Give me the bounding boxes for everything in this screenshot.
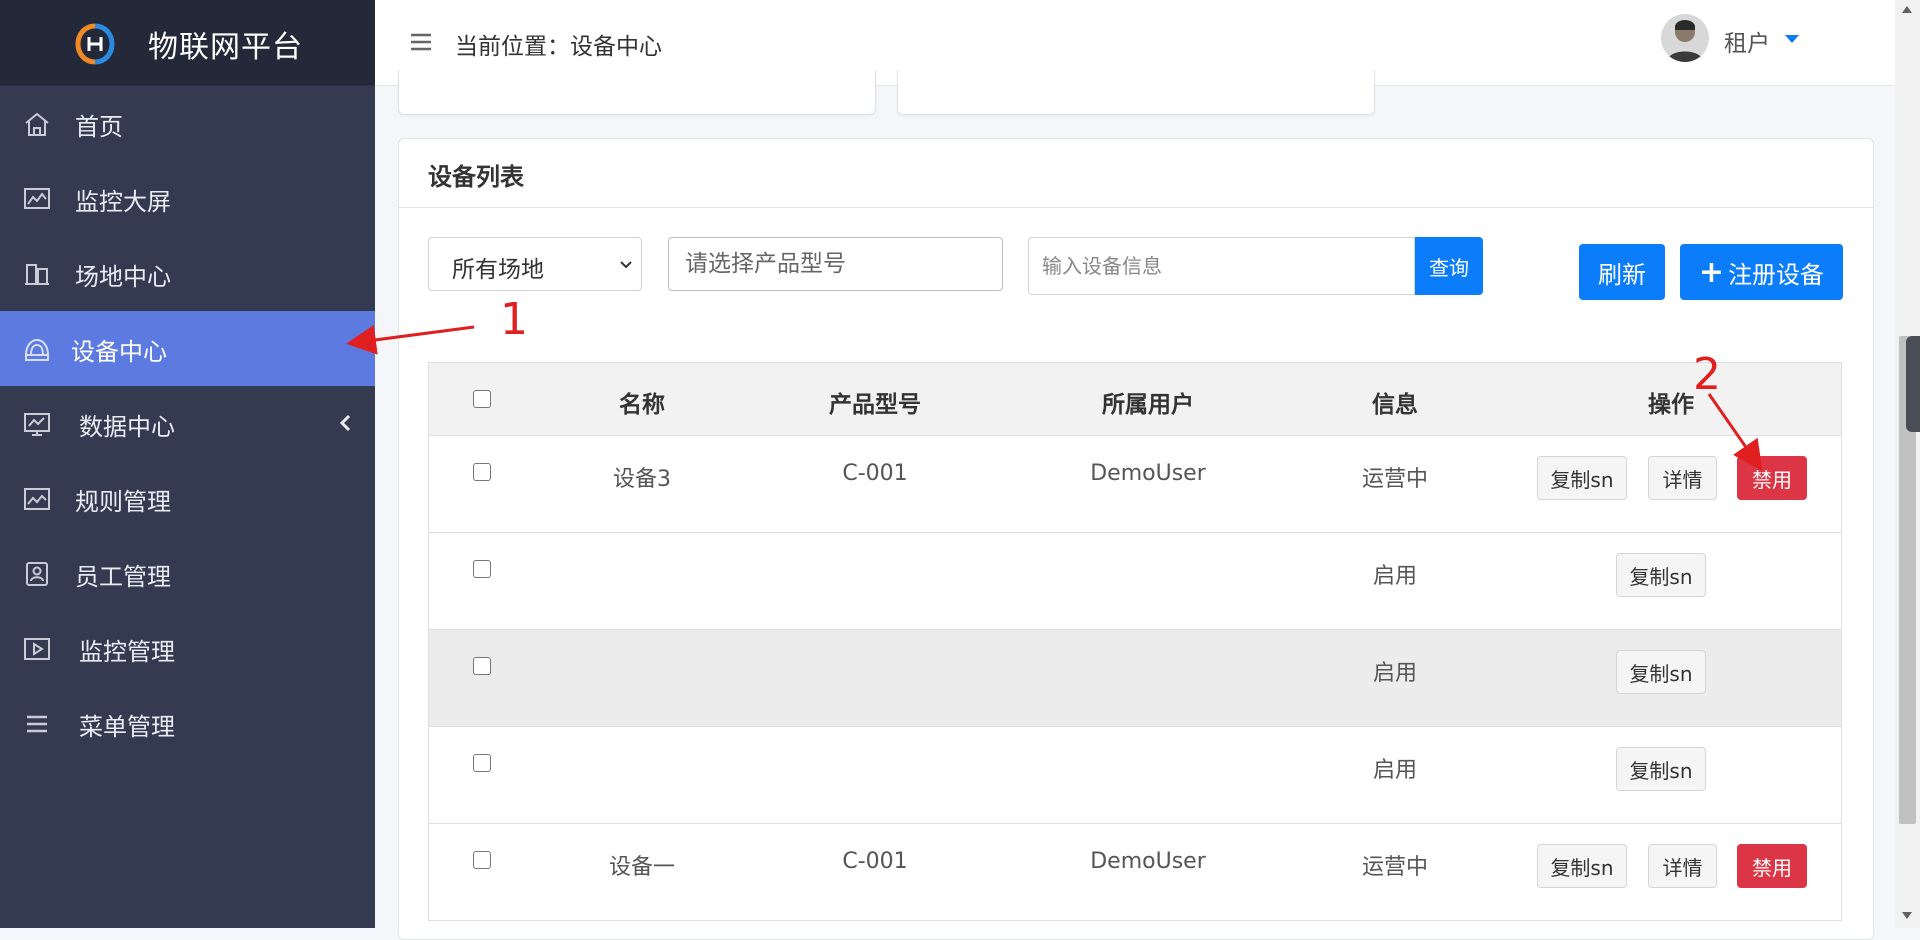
cell-model: C-001 (842, 849, 908, 874)
data-chart-icon (24, 413, 50, 436)
sidebar-item-monitor-management[interactable]: 监控管理 (0, 611, 375, 686)
details-button[interactable]: 详情 (1648, 844, 1717, 888)
copy-sn-button[interactable]: 复制sn (1537, 844, 1627, 888)
annotation-label-1: 1 (500, 294, 528, 345)
row-checkbox[interactable] (473, 560, 491, 578)
sidebar-item-monitor-screen[interactable]: 监控大屏 (0, 161, 375, 236)
scroll-down-icon[interactable] (1902, 912, 1912, 919)
scroll-up-icon[interactable] (1902, 6, 1912, 13)
sidebar-item-label: 监控管理 (79, 638, 175, 666)
user-name[interactable]: 租户 (1724, 24, 1770, 58)
cell-info: 运营中 (1361, 467, 1429, 492)
sidebar-item-label: 场地中心 (75, 263, 171, 291)
sidebar-item-label: 监控大屏 (75, 188, 171, 216)
register-device-button[interactable]: + 注册设备 (1680, 244, 1843, 300)
card-title: 设备列表 (428, 163, 524, 191)
device-table: 名称 产品型号 所属用户 信息 操作 设备3 C-001 DemoUser 运营… (428, 362, 1842, 921)
sidebar-item-device-center[interactable]: 设备中心 (0, 311, 375, 386)
breadcrumb: 当前位置：设备中心 (455, 34, 662, 60)
sidebar-item-site-center[interactable]: 场地中心 (0, 236, 375, 311)
sidebar-item-employees[interactable]: 员工管理 (0, 536, 375, 611)
sidebar-menu: 首页 监控大屏 场地中心 设备中心 数据中心 规则管理 员工管理 监控管理 菜单… (0, 86, 375, 761)
sidebar-item-label: 首页 (75, 113, 123, 141)
buildings-icon (25, 264, 49, 285)
menu-list-icon (27, 715, 47, 733)
cell-name: 设备一 (608, 855, 676, 880)
row-checkbox[interactable] (473, 851, 491, 869)
sidebar-item-label: 菜单管理 (79, 713, 175, 741)
hamburger-menu-icon[interactable] (410, 32, 432, 52)
table-row: 设备一 C-001 DemoUser 运营中 复制sn 详情 禁用 (429, 824, 1841, 921)
cell-name: 设备3 (613, 467, 671, 492)
cell-info: 启用 (1372, 661, 1418, 686)
sidebar-item-data-center[interactable]: 数据中心 (0, 386, 375, 461)
app-title: 物联网平台 (148, 30, 303, 65)
table-row: 启用 复制sn (429, 727, 1841, 824)
sidebar-item-label: 员工管理 (75, 563, 171, 591)
cell-info: 运营中 (1361, 855, 1429, 880)
column-header-info: 信息 (1372, 392, 1418, 418)
device-icon (25, 338, 49, 361)
copy-sn-button[interactable]: 复制sn (1537, 456, 1627, 500)
column-header-actions: 操作 (1648, 392, 1694, 418)
home-icon (25, 112, 49, 136)
register-device-label: 注册设备 (1728, 260, 1825, 289)
query-button[interactable]: 查询 (1415, 237, 1483, 295)
chevron-down-icon (620, 261, 632, 269)
brand-header: 物联网平台 (0, 0, 375, 86)
divider (399, 207, 1873, 208)
copy-sn-button[interactable]: 复制sn (1616, 650, 1706, 694)
row-checkbox[interactable] (473, 463, 491, 481)
sidebar-item-rules[interactable]: 规则管理 (0, 461, 375, 536)
details-button[interactable]: 详情 (1648, 456, 1717, 500)
cell-user: DemoUser (1090, 849, 1206, 874)
site-select-value: 所有场地 (452, 257, 544, 283)
column-header-model: 产品型号 (829, 392, 921, 418)
copy-sn-button[interactable]: 复制sn (1616, 553, 1706, 597)
avatar[interactable] (1661, 14, 1709, 62)
annotation-label-2: 2 (1693, 349, 1721, 400)
row-checkbox[interactable] (473, 754, 491, 772)
cell-user: DemoUser (1090, 461, 1206, 486)
disable-button[interactable]: 禁用 (1737, 456, 1807, 500)
summary-card (398, 70, 876, 115)
sidebar: 物联网平台 首页 监控大屏 场地中心 设备中心 数据中心 规则管理 员工管理 监… (0, 0, 375, 928)
summary-card (897, 70, 1375, 115)
disable-button[interactable]: 禁用 (1737, 844, 1807, 888)
sidebar-item-label: 规则管理 (75, 488, 171, 516)
refresh-button[interactable]: 刷新 (1579, 244, 1665, 300)
page-scrollbar[interactable] (1895, 0, 1920, 928)
row-checkbox[interactable] (473, 657, 491, 675)
chevron-left-icon[interactable] (337, 412, 353, 434)
table-row: 设备3 C-001 DemoUser 运营中 复制sn 详情 禁用 (429, 436, 1841, 533)
column-header-name: 名称 (619, 392, 665, 418)
select-all-checkbox[interactable] (473, 390, 491, 408)
cell-info: 启用 (1372, 564, 1418, 589)
plus-icon: + (1698, 254, 1725, 290)
monitor-chart-icon (24, 188, 50, 209)
video-play-icon (24, 638, 50, 660)
table-row: 启用 复制sn (429, 533, 1841, 630)
device-info-input[interactable] (1028, 237, 1415, 295)
table-row: 启用 复制sn (429, 630, 1841, 727)
table-header: 名称 产品型号 所属用户 信息 操作 (429, 362, 1841, 436)
employee-icon (26, 562, 48, 586)
rules-icon (24, 488, 50, 510)
sidebar-item-label: 数据中心 (79, 413, 175, 441)
device-list-card: 设备列表 所有场地 查询 刷新 + 注册设备 名称 产品型号 所属用户 信息 操… (398, 138, 1874, 940)
sidebar-item-home[interactable]: 首页 (0, 86, 375, 161)
site-select[interactable]: 所有场地 (428, 237, 642, 291)
side-widget-tab[interactable] (1906, 336, 1920, 432)
copy-sn-button[interactable]: 复制sn (1616, 747, 1706, 791)
sidebar-item-label: 设备中心 (71, 338, 167, 366)
product-model-input[interactable] (668, 237, 1003, 291)
column-header-user: 所属用户 (1102, 392, 1194, 418)
cell-model: C-001 (842, 461, 908, 486)
sidebar-item-menu-management[interactable]: 菜单管理 (0, 686, 375, 761)
platform-logo-icon (75, 23, 115, 65)
cell-info: 启用 (1372, 758, 1418, 783)
caret-down-icon[interactable] (1784, 34, 1800, 44)
